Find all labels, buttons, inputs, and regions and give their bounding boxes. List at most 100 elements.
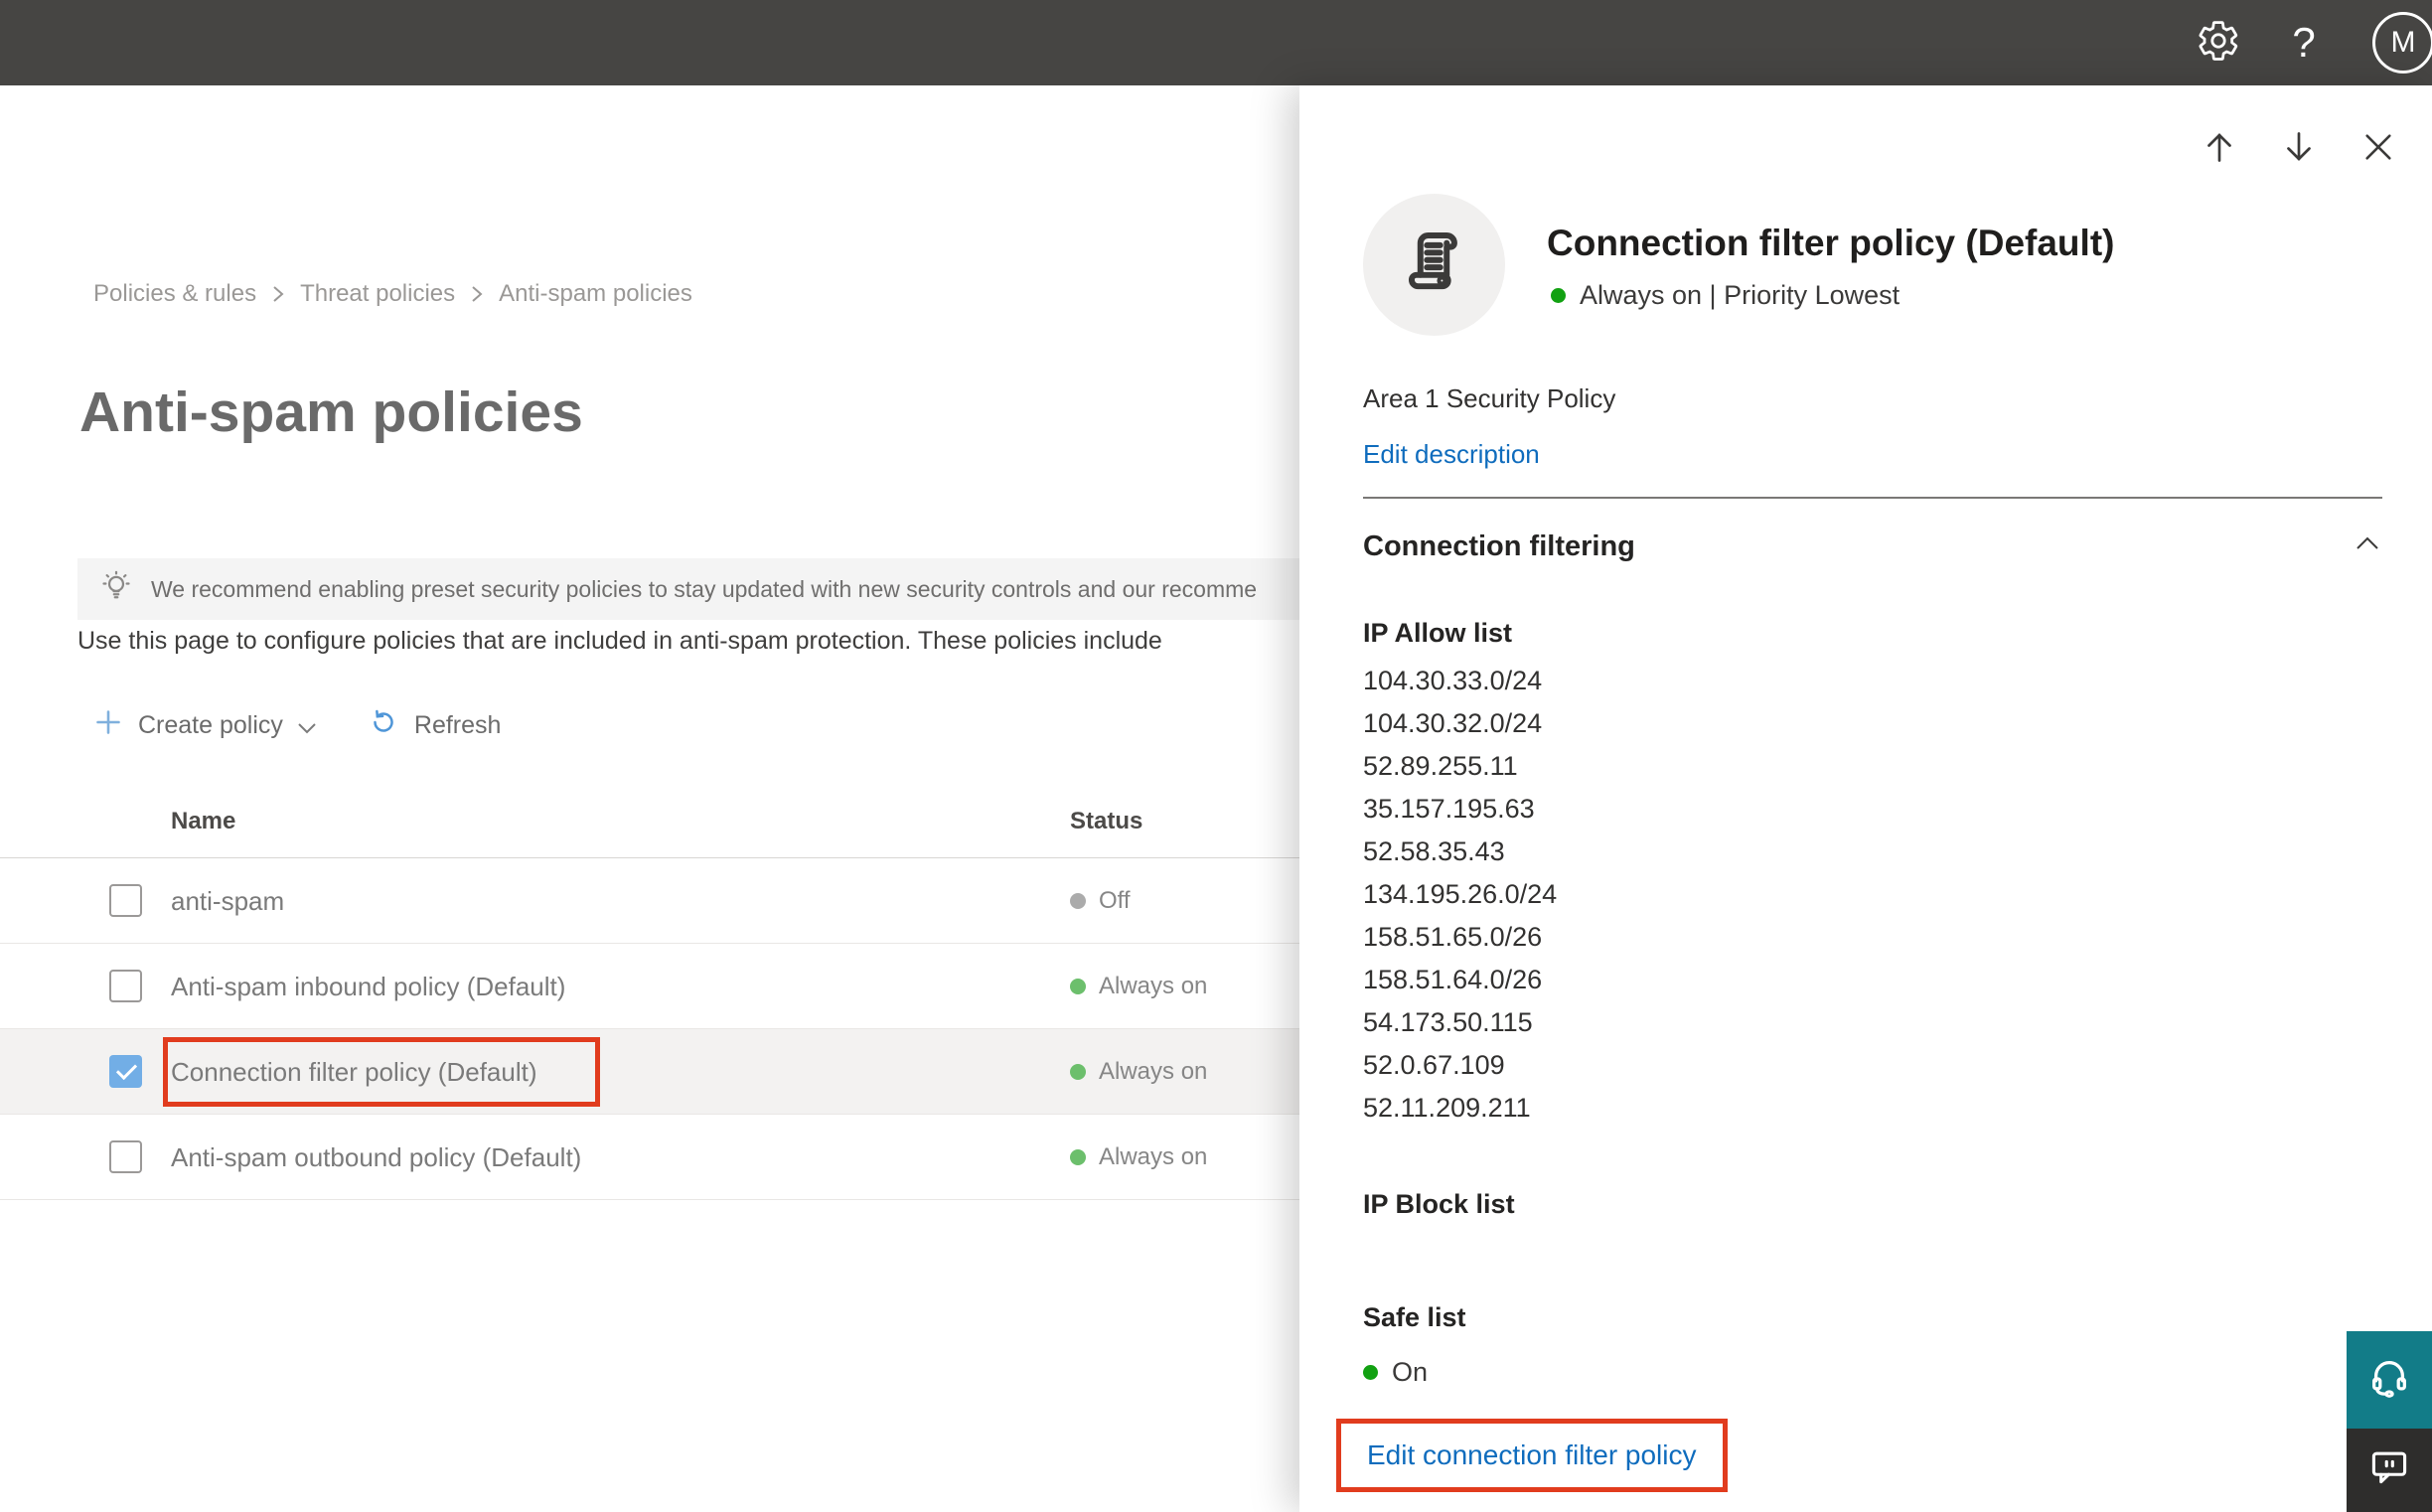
ip-block-list-label: IP Block list bbox=[1363, 1189, 1515, 1219]
ip-allow-entry: 158.51.64.0/26 bbox=[1363, 965, 1543, 994]
safe-list-status: On bbox=[1363, 1357, 1428, 1388]
ip-allow-entry: 52.89.255.11 bbox=[1363, 751, 1518, 781]
status-dot bbox=[1070, 893, 1086, 909]
support-button[interactable] bbox=[2347, 1331, 2432, 1429]
recommendation-banner: We recommend enabling preset security po… bbox=[77, 558, 1299, 620]
lightbulb-icon bbox=[97, 568, 135, 611]
refresh-icon bbox=[369, 707, 398, 744]
policy-table-body: anti-spam Off Anti-spam inbound policy (… bbox=[0, 858, 1299, 1200]
edit-description-link[interactable]: Edit description bbox=[1363, 439, 1540, 470]
row-checkbox[interactable] bbox=[109, 1140, 142, 1173]
status-dot bbox=[1363, 1365, 1378, 1380]
gear-icon bbox=[2197, 19, 2240, 68]
flyout-title: Connection filter policy (Default) bbox=[1547, 223, 2115, 263]
flyout-status-line: Always on | Priority Lowest bbox=[1551, 280, 1900, 311]
section-title: Connection filtering bbox=[1363, 530, 1635, 562]
row-checkbox[interactable] bbox=[109, 884, 142, 917]
policy-name: Anti-spam outbound policy (Default) bbox=[171, 1142, 582, 1172]
breadcrumb-current: Anti-spam policies bbox=[499, 280, 692, 307]
details-flyout: Connection filter policy (Default) Alway… bbox=[1299, 85, 2432, 1512]
policy-status: Always on bbox=[1070, 1029, 1207, 1115]
chevron-up-icon bbox=[2355, 534, 2380, 557]
column-header-name[interactable]: Name bbox=[171, 808, 235, 835]
ip-allow-list-label: IP Allow list bbox=[1363, 618, 1513, 648]
status-dot bbox=[1551, 288, 1566, 303]
table-row[interactable]: anti-spam Off bbox=[0, 858, 1299, 944]
status-text: Always on bbox=[1099, 1058, 1208, 1085]
ip-allow-entry: 52.0.67.109 bbox=[1363, 1050, 1505, 1080]
page-title: Anti-spam policies bbox=[79, 380, 583, 444]
help-icon: ? bbox=[2292, 19, 2316, 66]
next-item-button[interactable] bbox=[2259, 121, 2339, 177]
table-row[interactable]: Connection filter policy (Default) Alway… bbox=[0, 1029, 1299, 1115]
top-bar: ? M bbox=[0, 0, 2432, 85]
close-icon bbox=[2361, 130, 2395, 169]
status-dot bbox=[1070, 979, 1086, 994]
chevron-right-icon bbox=[469, 282, 485, 306]
status-dot bbox=[1070, 1149, 1086, 1165]
row-checkbox[interactable] bbox=[109, 1055, 142, 1088]
policy-description: Area 1 Security Policy bbox=[1363, 383, 1616, 413]
create-policy-label: Create policy bbox=[138, 710, 283, 739]
arrow-up-icon bbox=[2202, 129, 2237, 170]
ip-allow-list: 104.30.33.0/24 104.30.32.0/24 52.89.255.11… bbox=[1363, 660, 1557, 1130]
feedback-button[interactable] bbox=[2347, 1429, 2432, 1512]
scroll-icon bbox=[1398, 226, 1471, 304]
ip-allow-entry: 158.51.65.0/26 bbox=[1363, 922, 1543, 952]
status-text: Always on bbox=[1099, 1143, 1208, 1170]
ip-allow-entry: 104.30.33.0/24 bbox=[1363, 666, 1543, 695]
ip-allow-entry: 134.195.26.0/24 bbox=[1363, 879, 1558, 909]
close-flyout-button[interactable] bbox=[2339, 121, 2418, 177]
divider bbox=[1363, 497, 2382, 499]
page-description: Use this page to configure policies that… bbox=[77, 627, 1162, 655]
avatar: M bbox=[2372, 12, 2432, 74]
create-policy-button[interactable]: Create policy bbox=[94, 708, 317, 743]
ip-allow-entry: 104.30.32.0/24 bbox=[1363, 708, 1543, 738]
arrow-down-icon bbox=[2281, 129, 2317, 170]
safe-list-label: Safe list bbox=[1363, 1302, 1466, 1332]
edit-connection-filter-link[interactable]: Edit connection filter policy bbox=[1367, 1439, 1697, 1470]
policy-name: Anti-spam inbound policy (Default) bbox=[171, 972, 566, 1001]
main-content: Policies & rules Threat policies Anti-sp… bbox=[0, 85, 1299, 1512]
previous-item-button[interactable] bbox=[2180, 121, 2259, 177]
headset-icon bbox=[2366, 1355, 2412, 1406]
policy-status: Always on bbox=[1070, 944, 1207, 1029]
table-row[interactable]: Anti-spam outbound policy (Default) Alwa… bbox=[0, 1115, 1299, 1200]
status-text: Always on | Priority Lowest bbox=[1580, 280, 1900, 310]
account-button[interactable]: M bbox=[2347, 0, 2432, 85]
table-row[interactable]: Anti-spam inbound policy (Default) Alway… bbox=[0, 944, 1299, 1029]
policy-status: Always on bbox=[1070, 1115, 1207, 1200]
column-header-status[interactable]: Status bbox=[1070, 808, 1142, 835]
flyout-nav bbox=[2180, 121, 2418, 177]
policy-icon-circle bbox=[1363, 194, 1505, 336]
ip-allow-entry: 54.173.50.115 bbox=[1363, 1007, 1533, 1037]
table-header: Name Status bbox=[0, 786, 1299, 858]
ip-allow-entry: 52.11.209.211 bbox=[1363, 1093, 1531, 1123]
edit-connection-filter-outline: Edit connection filter policy bbox=[1336, 1419, 1728, 1492]
help-button[interactable]: ? bbox=[2261, 0, 2347, 85]
top-bar-actions: ? M bbox=[2176, 0, 2432, 85]
toolbar: Create policy Refresh bbox=[94, 701, 501, 749]
breadcrumb: Policies & rules Threat policies Anti-sp… bbox=[93, 280, 692, 308]
feedback-icon bbox=[2367, 1444, 2411, 1493]
screen: ? M Policies & rules Threat policies Ant… bbox=[0, 0, 2432, 1512]
banner-text: We recommend enabling preset security po… bbox=[151, 575, 1258, 602]
status-dot bbox=[1070, 1064, 1086, 1080]
section-connection-filtering[interactable]: Connection filtering bbox=[1363, 530, 2382, 574]
refresh-button[interactable]: Refresh bbox=[369, 707, 502, 744]
ip-allow-entry: 52.58.35.43 bbox=[1363, 836, 1505, 866]
policy-name: anti-spam bbox=[171, 886, 285, 916]
chevron-right-icon bbox=[270, 282, 286, 306]
policy-status: Off bbox=[1070, 858, 1131, 944]
chevron-down-icon bbox=[297, 713, 317, 742]
status-text: Off bbox=[1099, 887, 1131, 914]
policy-name: Connection filter policy (Default) bbox=[171, 1057, 537, 1087]
breadcrumb-policies-rules[interactable]: Policies & rules bbox=[93, 280, 256, 308]
breadcrumb-threat-policies[interactable]: Threat policies bbox=[300, 280, 455, 308]
settings-button[interactable] bbox=[2176, 0, 2261, 85]
plus-icon bbox=[94, 708, 122, 743]
refresh-label: Refresh bbox=[413, 710, 502, 739]
ip-allow-entry: 35.157.195.63 bbox=[1363, 794, 1535, 824]
status-text: Always on bbox=[1099, 973, 1208, 999]
row-checkbox[interactable] bbox=[109, 970, 142, 1002]
